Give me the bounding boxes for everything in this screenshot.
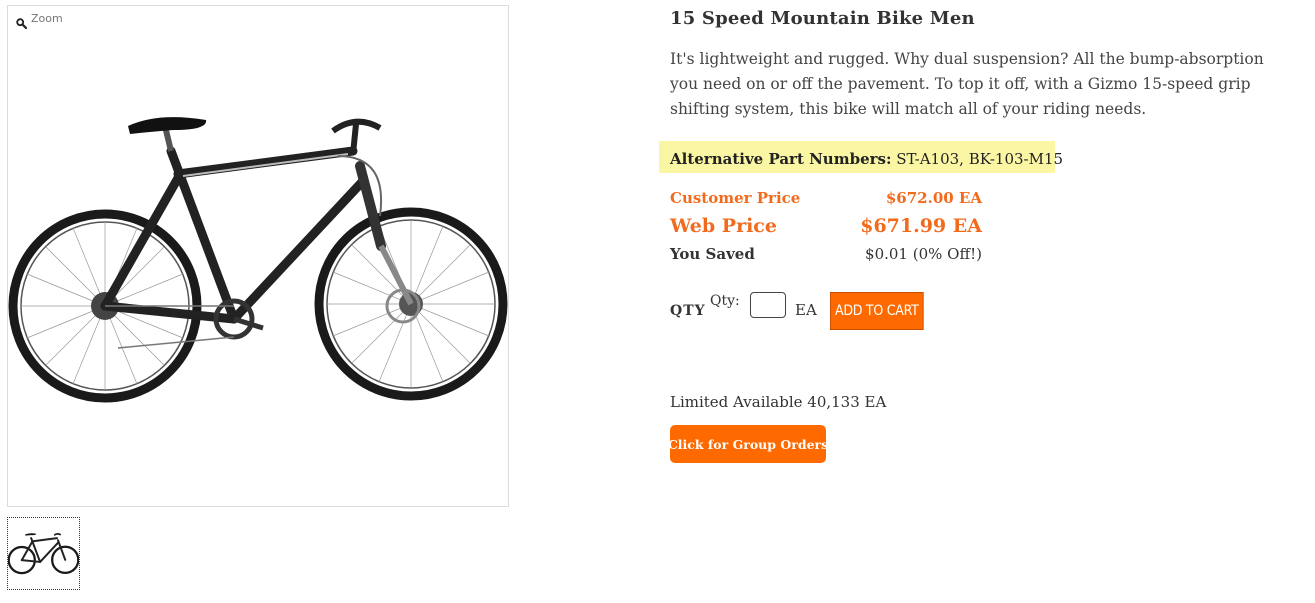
saved-row: You Saved $0.01 (0% Off!)	[670, 245, 982, 263]
web-price-row: Web Price $671.99 EA	[670, 215, 982, 237]
product-title: 15 Speed Mountain Bike Men	[670, 8, 975, 29]
group-orders-button[interactable]: Click for Group Orders	[668, 425, 828, 463]
alt-parts: Alternative Part Numbers: ST-A103, BK-10…	[670, 150, 1063, 168]
zoom-label: Zoom	[31, 12, 63, 25]
web-price-value: $671.99 EA	[860, 215, 982, 237]
mountain-bike-photo	[8, 117, 508, 403]
customer-price-row: Customer Price $672.00 EA	[670, 189, 982, 207]
saved-value: $0.01 (0% Off!)	[865, 245, 982, 263]
saved-label: You Saved	[670, 245, 755, 263]
mountain-bike-thumbnail	[8, 533, 79, 575]
product-image-frame[interactable]: Zoom	[7, 5, 509, 507]
alt-parts-value: ST-A103, BK-103-M15	[896, 150, 1064, 168]
add-to-cart-button[interactable]: ADD TO CART	[830, 292, 924, 330]
qty-label: QTY	[670, 303, 706, 319]
availability-text: Limited Available 40,133 EA	[670, 393, 887, 411]
product-description: It's lightweight and rugged. Why dual su…	[670, 50, 1264, 118]
magnifier-icon	[16, 18, 27, 29]
zoom-control[interactable]: Zoom	[16, 12, 63, 29]
web-price-label: Web Price	[670, 215, 777, 237]
customer-price-label: Customer Price	[670, 189, 801, 207]
product-thumbnail[interactable]	[7, 517, 80, 590]
customer-price-value: $672.00 EA	[885, 189, 982, 207]
alt-parts-label: Alternative Part Numbers:	[670, 150, 892, 168]
qty-field-label: Qty:	[710, 293, 740, 309]
qty-unit: EA	[795, 301, 817, 319]
quantity-input[interactable]	[750, 292, 786, 318]
